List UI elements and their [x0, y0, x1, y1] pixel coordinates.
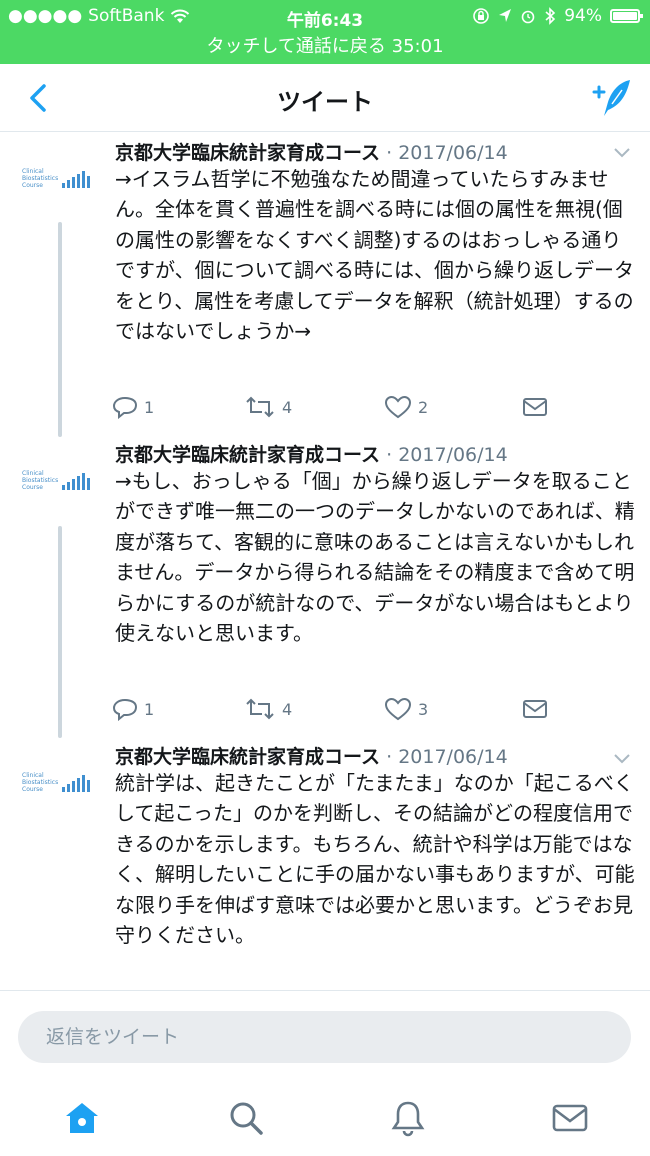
- battery-icon: [610, 9, 643, 23]
- rotation-lock-icon: [473, 8, 490, 24]
- reply-icon: [112, 396, 138, 419]
- avatar[interactable]: Clinical Biostatistics Course: [18, 164, 98, 204]
- tweet-header: 京都大学臨床統計家育成コース · 2017/06/14: [115, 742, 508, 769]
- tweet-text: →イスラム哲学に不勉強なため間違っていたらすみません。全体を貫く普遍性を調べる時…: [115, 167, 634, 344]
- avatar-bars-icon: [62, 472, 90, 490]
- tab-bar: [0, 1076, 650, 1156]
- tab-messages-envelope-icon[interactable]: [550, 1098, 590, 1138]
- envelope-icon: [523, 398, 547, 416]
- avatar[interactable]: Clinical Biostatistics Course: [18, 466, 98, 506]
- status-bar: ●●●●● SoftBank 午前6:43 94%: [0, 0, 650, 34]
- reply-count: 1: [144, 397, 155, 417]
- retweet-count: 4: [282, 699, 293, 719]
- author-name[interactable]: 京都大学臨床統計家育成コース: [115, 142, 380, 164]
- thread-line: [58, 222, 62, 437]
- like-count: 2: [418, 397, 429, 417]
- heart-icon: [384, 697, 412, 721]
- tab-notifications-bell-icon[interactable]: [388, 1098, 428, 1138]
- chevron-down-icon[interactable]: [612, 146, 632, 160]
- bluetooth-icon: [545, 7, 556, 25]
- status-right: 94%: [472, 6, 643, 26]
- alarm-icon: [521, 10, 535, 24]
- retweet-button[interactable]: 4: [244, 694, 292, 724]
- separator: ·: [386, 142, 393, 164]
- envelope-icon: [523, 700, 547, 718]
- separator: ·: [386, 444, 393, 466]
- separator: ·: [386, 746, 393, 768]
- reply-icon: [112, 698, 138, 721]
- nav-bar: ツイート: [0, 64, 650, 132]
- reply-bar: [0, 990, 650, 1070]
- location-icon: [499, 9, 512, 22]
- tweet-actions: 1 4 2: [112, 392, 562, 422]
- avatar-logo: Clinical Biostatistics Course: [22, 772, 59, 793]
- retweet-count: 4: [282, 397, 293, 417]
- reply-button[interactable]: 1: [112, 392, 154, 422]
- compose-tweet-icon[interactable]: [590, 76, 634, 120]
- tweet-date: 2017/06/14: [398, 746, 508, 768]
- return-to-call-banner[interactable]: タッチして通話に戻る 35:01: [0, 34, 650, 64]
- like-count: 3: [418, 699, 429, 719]
- avatar-bars-icon: [62, 774, 90, 792]
- retweet-button[interactable]: 4: [244, 392, 292, 422]
- author-name[interactable]: 京都大学臨床統計家育成コース: [115, 746, 380, 768]
- tweet-text: 統計学は、起きたことが「たまたま」なのか「起こるべくして起こった」のかを判断し、…: [115, 771, 635, 948]
- like-button[interactable]: 3: [384, 694, 428, 724]
- thread-line: [58, 526, 62, 738]
- tweet[interactable]: Clinical Biostatistics Course 京都大学臨床統計家育成コ…: [0, 132, 650, 442]
- author-name[interactable]: 京都大学臨床統計家育成コース: [115, 444, 380, 466]
- tweet-actions: 1 4 3: [112, 694, 562, 724]
- avatar-bars-icon: [62, 170, 90, 188]
- tweet[interactable]: Clinical Biostatistics Course 京都大学臨床統計家育成コ…: [0, 738, 650, 990]
- page-title: ツイート: [277, 88, 373, 116]
- avatar-logo: Clinical Biostatistics Course: [22, 470, 59, 491]
- avatar[interactable]: Clinical Biostatistics Course: [18, 768, 98, 808]
- retweet-icon: [246, 698, 274, 720]
- reply-button[interactable]: 1: [112, 694, 154, 724]
- retweet-icon: [246, 396, 274, 418]
- reply-count: 1: [144, 699, 155, 719]
- tweet-header: 京都大学臨床統計家育成コース · 2017/06/14: [115, 138, 508, 165]
- battery-percent: 94%: [564, 6, 602, 26]
- tweet-date: 2017/06/14: [398, 444, 508, 466]
- tab-home-icon[interactable]: [62, 1098, 102, 1138]
- reply-input[interactable]: [18, 1011, 631, 1063]
- tweet-header: 京都大学臨床統計家育成コース · 2017/06/14: [115, 440, 508, 467]
- like-button[interactable]: 2: [384, 392, 428, 422]
- avatar-logo: Clinical Biostatistics Course: [22, 168, 59, 189]
- dm-share-button[interactable]: [522, 694, 548, 724]
- dm-share-button[interactable]: [522, 392, 548, 422]
- tweet-text: →もし、おっしゃる「個」から繰り返しデータを取ることができず唯一無二の一つのデー…: [115, 469, 635, 646]
- tweet-date: 2017/06/14: [398, 142, 508, 164]
- tab-search-icon[interactable]: [226, 1098, 266, 1138]
- chevron-down-icon[interactable]: [612, 752, 632, 766]
- heart-icon: [384, 395, 412, 419]
- tweet[interactable]: Clinical Biostatistics Course 京都大学臨床統計家育成コ…: [0, 438, 650, 738]
